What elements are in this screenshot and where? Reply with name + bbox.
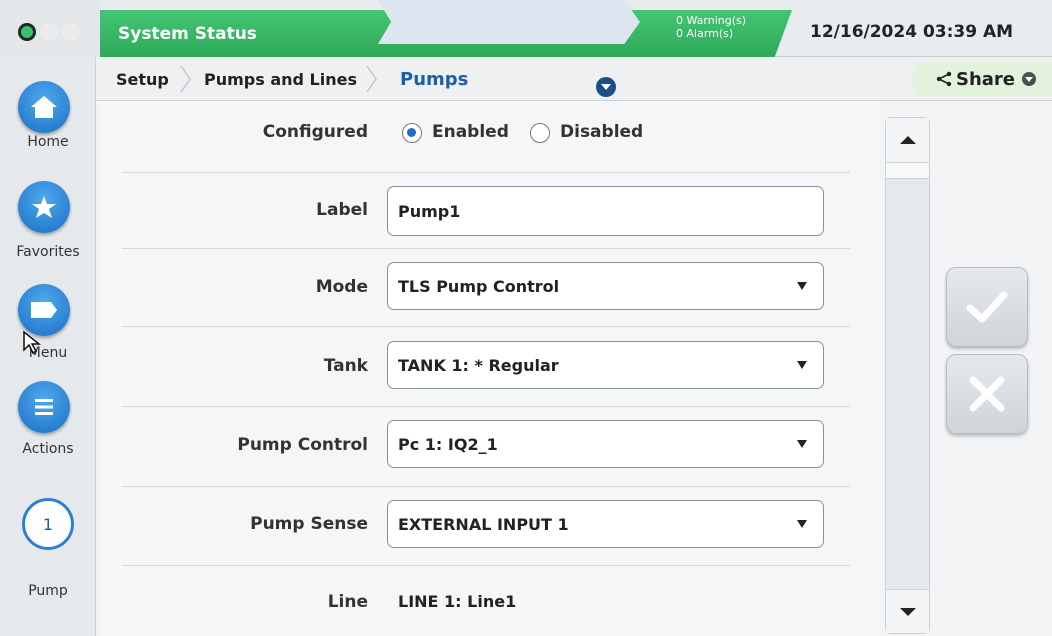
menu-button[interactable] [18, 284, 70, 336]
line-label: Line [327, 592, 368, 612]
pump-number-button[interactable]: 1 [22, 498, 74, 550]
label-field-label: Label [316, 200, 368, 220]
crumb-dropdown-button[interactable] [596, 77, 616, 97]
checkmark-icon [966, 291, 1008, 323]
left-nav: Home Favorites Menu Actions 1 Pump [0, 57, 96, 636]
pump-control-label: Pump Control [237, 435, 368, 455]
scroll-up-button[interactable] [886, 118, 929, 163]
status-light-green [18, 23, 36, 41]
mouse-cursor-icon [23, 330, 42, 354]
confirm-button[interactable] [946, 267, 1028, 347]
close-icon [969, 376, 1005, 412]
share-label: Share [956, 68, 1016, 90]
warning-count: 0 Warning(s) [676, 14, 747, 27]
status-light-off-2 [62, 23, 80, 41]
pump-label: Pump [28, 583, 68, 599]
row-divider [122, 326, 850, 327]
actions-label: Actions [22, 441, 74, 457]
dropdown-arrow-icon [797, 440, 807, 448]
alarm-count: 0 Alarm(s) [676, 27, 734, 40]
row-divider [122, 248, 850, 249]
enabled-radio[interactable] [402, 123, 422, 143]
chevron-down-icon [601, 84, 611, 90]
actions-button[interactable] [18, 381, 70, 433]
share-icon [936, 71, 952, 87]
label-input[interactable]: Pump1 [387, 186, 824, 236]
date-time: 12/16/2024 03:39 AM [810, 22, 1014, 42]
menu-tag-icon [31, 302, 57, 318]
configured-label: Configured [262, 122, 368, 142]
tank-select[interactable]: TANK 1: * Regular [387, 341, 824, 389]
pump-control-select-value: Pc 1: IQ2_1 [398, 434, 498, 454]
enabled-radio-label[interactable]: Enabled [432, 122, 509, 142]
star-icon [32, 196, 56, 218]
radio-selected-dot [407, 128, 416, 137]
row-divider [122, 486, 850, 487]
home-button[interactable] [18, 81, 70, 133]
crumb-pumps-and-lines[interactable]: Pumps and Lines [204, 57, 357, 101]
crumb-pumps-active[interactable] [378, 0, 640, 44]
scroll-down-button[interactable] [886, 589, 929, 633]
dropdown-arrow-icon [797, 520, 807, 528]
favorites-button[interactable] [18, 181, 70, 233]
arrow-down-icon [900, 608, 916, 616]
list-icon [35, 399, 53, 415]
crumb-pumps-label: Pumps [400, 68, 469, 90]
share-button[interactable]: Share [910, 62, 1052, 96]
breadcrumb: Setup Pumps and Lines [96, 57, 1052, 101]
chevron-down-icon [1022, 72, 1037, 86]
scrollbar-thumb[interactable] [886, 163, 929, 179]
pump-sense-select-value: EXTERNAL INPUT 1 [398, 514, 569, 534]
dropdown-arrow-icon [797, 282, 807, 290]
vertical-scrollbar[interactable] [885, 117, 930, 634]
crumb-separator-icon [180, 65, 191, 93]
dropdown-arrow-icon [797, 361, 807, 369]
favorites-label: Favorites [16, 244, 80, 260]
cancel-button[interactable] [946, 354, 1028, 434]
mode-label: Mode [315, 277, 368, 297]
disabled-radio[interactable] [530, 123, 550, 143]
home-label: Home [27, 134, 69, 150]
row-divider [122, 172, 850, 173]
pump-sense-select[interactable]: EXTERNAL INPUT 1 [387, 500, 824, 548]
pump-control-select[interactable]: Pc 1: IQ2_1 [387, 420, 824, 468]
status-light-off-1 [40, 23, 58, 41]
pump-sense-label: Pump Sense [250, 514, 368, 534]
crumb-setup[interactable]: Setup [116, 57, 169, 101]
crumb-separator-icon [366, 65, 377, 93]
row-divider [122, 565, 850, 566]
line-value: LINE 1: Line1 [398, 592, 517, 611]
tank-label: Tank [323, 356, 368, 376]
disabled-radio-label[interactable]: Disabled [560, 122, 643, 142]
menu-label: Menu [28, 345, 68, 361]
mode-select[interactable]: TLS Pump Control [387, 262, 824, 310]
warning-alarm-counts[interactable]: 0 Warning(s) 0 Alarm(s) [676, 14, 746, 40]
mode-select-value: TLS Pump Control [398, 276, 560, 296]
tank-select-value: TANK 1: * Regular [398, 355, 559, 375]
arrow-up-icon [900, 136, 916, 144]
row-divider [122, 406, 850, 407]
label-input-value: Pump1 [398, 201, 461, 221]
window-dots [0, 0, 100, 57]
home-icon [31, 96, 57, 118]
system-status-title: System Status [118, 24, 257, 44]
